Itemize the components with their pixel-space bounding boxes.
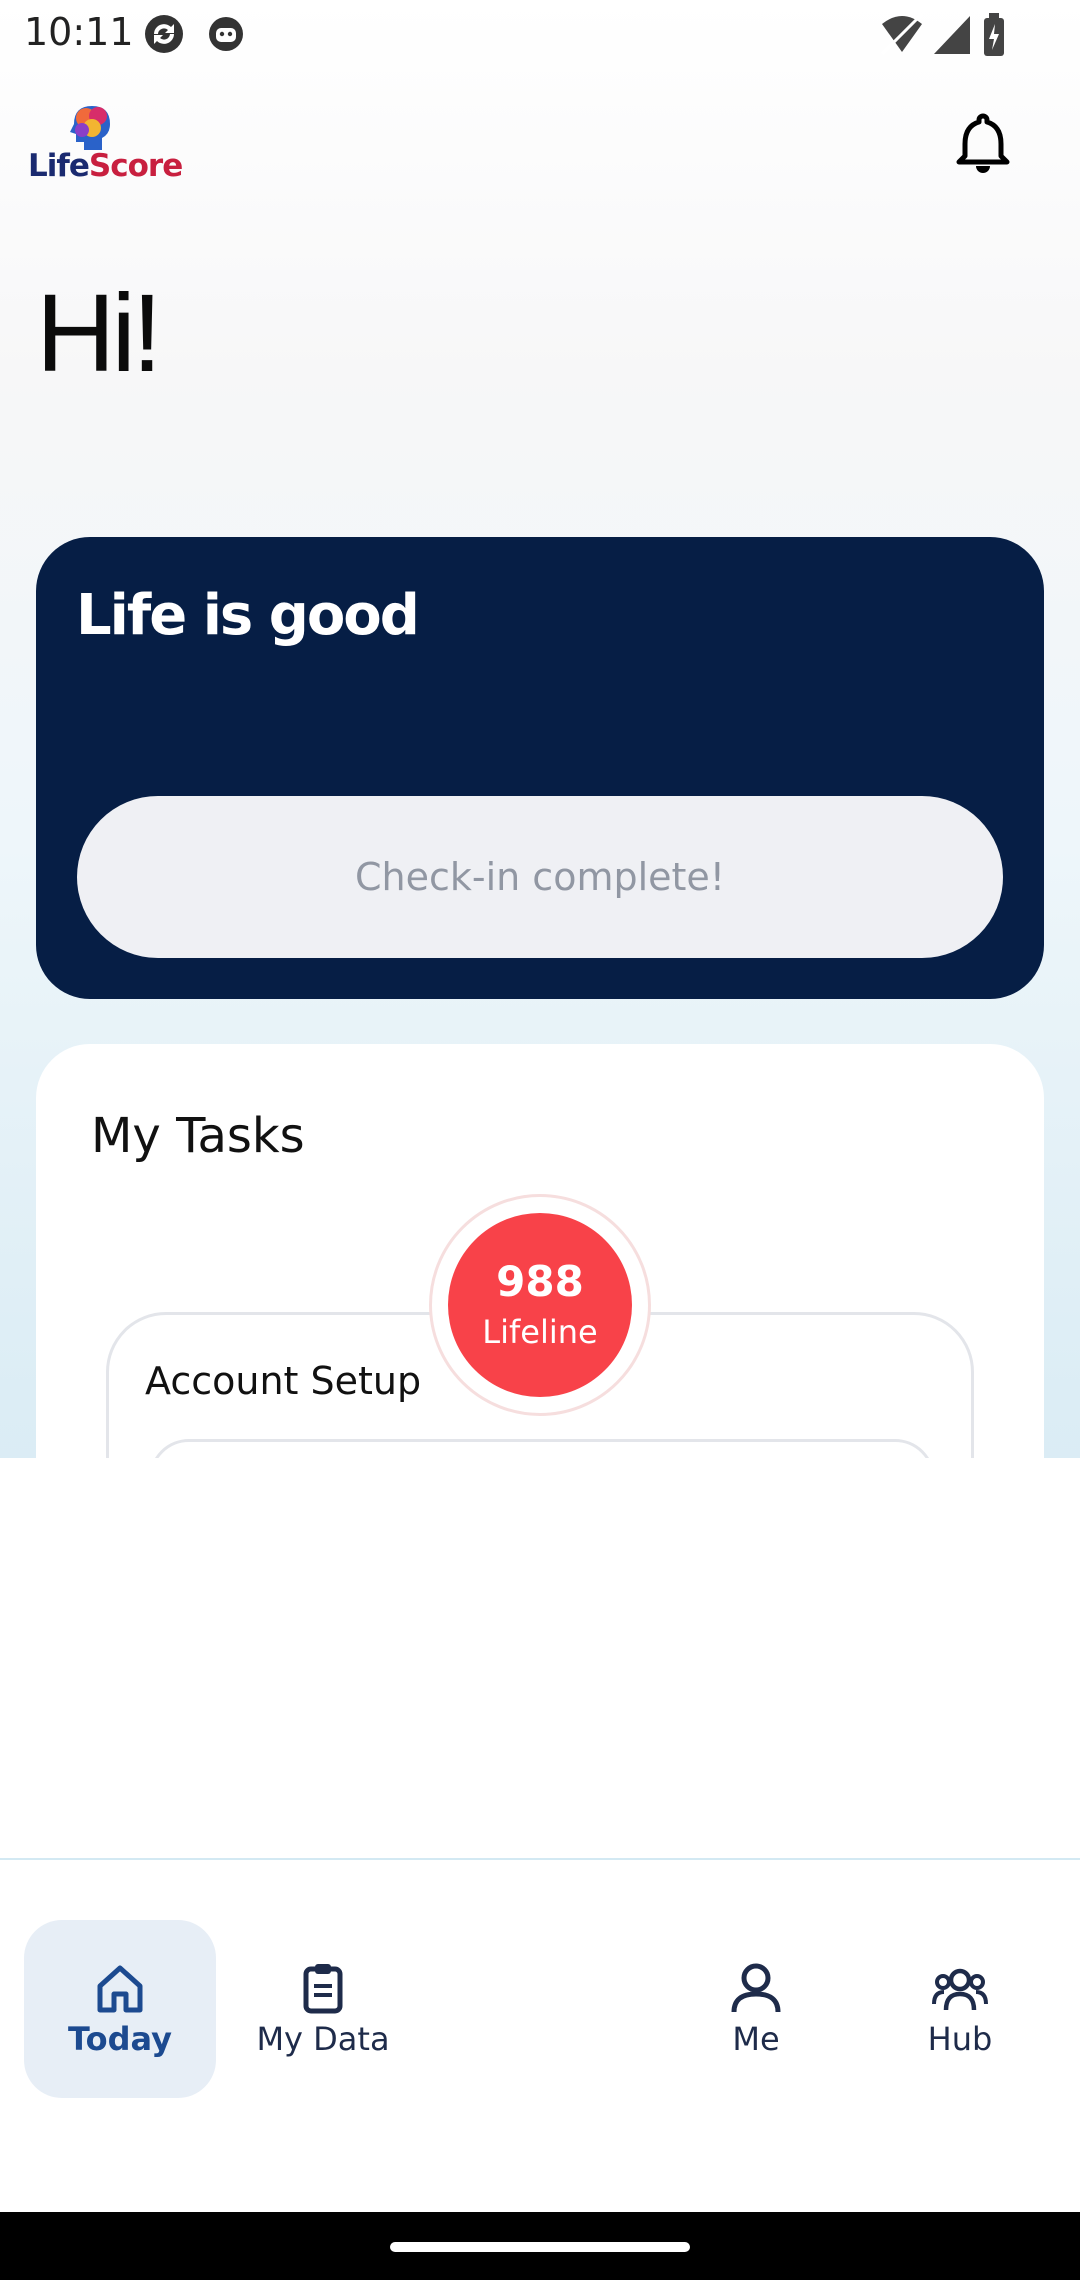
- nav-label-my-data: My Data: [256, 2020, 390, 2058]
- nav-tab-hub[interactable]: Hub: [864, 1920, 1056, 2098]
- checkin-complete-button[interactable]: Check-in complete!: [77, 796, 1003, 958]
- nav-tab-me[interactable]: Me: [660, 1920, 852, 2098]
- bottom-navigation: Today My Data Me Hub: [0, 1860, 1080, 2212]
- lifeline-button[interactable]: 988 Lifeline: [448, 1213, 632, 1397]
- cell-signal-icon: [934, 16, 970, 54]
- home-icon: [97, 1965, 143, 2013]
- gesture-handle[interactable]: [390, 2242, 690, 2252]
- nav-label-hub: Hub: [927, 2020, 993, 2058]
- wifi-icon: [880, 12, 924, 56]
- nav-label-today: Today: [68, 2020, 172, 2058]
- status-time: 10:11: [24, 10, 134, 54]
- lifeline-number: 988: [496, 1256, 584, 1306]
- system-gesture-bar: [0, 2212, 1080, 2280]
- mood-title: Life is good: [76, 583, 420, 648]
- my-tasks-card: My Tasks Account Setup 988 Lifeline: [36, 1044, 1044, 1458]
- lifeline-label: Lifeline: [482, 1313, 598, 1352]
- my-tasks-title: My Tasks: [91, 1108, 305, 1164]
- account-setup-title: Account Setup: [145, 1359, 422, 1403]
- sync-app-icon: [145, 15, 183, 53]
- person-icon: [731, 1963, 781, 2013]
- group-icon: [932, 1968, 988, 2011]
- nav-tab-my-data[interactable]: My Data: [227, 1920, 419, 2098]
- mood-card: Life is good Check-in complete!: [36, 537, 1044, 999]
- lifescore-logo: LifeScore: [28, 104, 183, 186]
- android-app-icon: [209, 17, 243, 51]
- lifeline-ring: 988 Lifeline: [429, 1194, 651, 1416]
- clipboard-icon: [303, 1964, 343, 2014]
- nav-label-me: Me: [732, 2020, 780, 2058]
- content-blank-area: [0, 1458, 1080, 1858]
- nav-tab-today[interactable]: Today: [24, 1920, 216, 2098]
- battery-icon: [984, 13, 1004, 56]
- logo-wordmark: LifeScore: [28, 148, 183, 184]
- status-bar: 10:11: [0, 0, 1080, 70]
- notification-bell-icon[interactable]: [955, 112, 1011, 174]
- account-setup-task-item[interactable]: [149, 1439, 935, 1458]
- greeting-heading: Hi!: [36, 272, 162, 395]
